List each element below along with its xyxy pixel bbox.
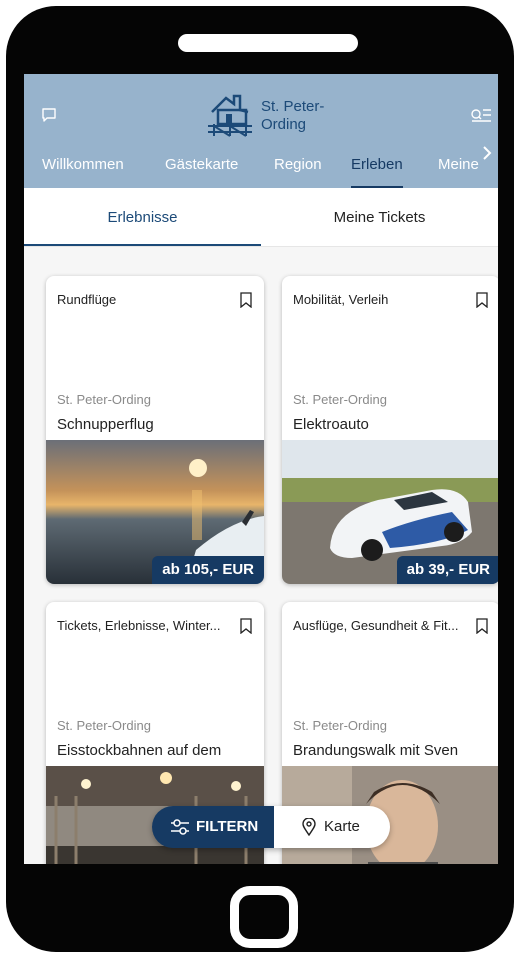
card-location: St. Peter-Ording xyxy=(57,392,151,407)
card-location: St. Peter-Ording xyxy=(57,718,151,733)
card-category: Tickets, Erlebnisse, Winter... xyxy=(57,618,221,633)
nav-item-erleben[interactable]: Erleben xyxy=(351,152,403,188)
filter-button-label: FILTERN xyxy=(196,818,259,835)
nav-item-willkommen[interactable]: Willkommen xyxy=(42,152,124,188)
filter-icon xyxy=(171,819,189,835)
phone-frame: St. Peter-Ording Willkommen Gästekarte R… xyxy=(6,6,514,952)
price-badge: ab 105,- EUR xyxy=(152,556,264,584)
nav-item-meine[interactable]: Meine xyxy=(438,152,479,188)
card-location: St. Peter-Ording xyxy=(293,718,387,733)
bookmark-icon[interactable] xyxy=(240,618,252,634)
phone-speaker xyxy=(178,34,358,52)
map-pin-icon xyxy=(302,818,316,836)
nav-item-region[interactable]: Region xyxy=(274,152,322,188)
filter-button[interactable]: FILTERN xyxy=(152,806,274,848)
logo-mark-icon xyxy=(208,94,252,137)
map-button[interactable]: Karte xyxy=(274,806,390,848)
map-button-label: Karte xyxy=(324,818,360,835)
app-header: St. Peter-Ording Willkommen Gästekarte R… xyxy=(24,74,498,188)
experience-card[interactable]: Mobilität, Verleih St. Peter-Ording Elek… xyxy=(282,276,498,584)
phone-home-button[interactable] xyxy=(230,886,298,948)
logo[interactable]: St. Peter-Ording xyxy=(204,86,364,138)
nav-item-gaestekarte[interactable]: Gästekarte xyxy=(165,152,238,188)
bookmark-icon[interactable] xyxy=(476,618,488,634)
chevron-right-icon[interactable] xyxy=(479,144,495,162)
app-screen: St. Peter-Ording Willkommen Gästekarte R… xyxy=(24,74,498,864)
card-title: Elektroauto xyxy=(293,416,369,433)
menu-icon[interactable] xyxy=(470,107,492,123)
tab-meine-tickets[interactable]: Meine Tickets xyxy=(261,188,498,246)
floating-action-bar: FILTERN Karte xyxy=(152,806,390,848)
tab-erlebnisse[interactable]: Erlebnisse xyxy=(24,188,261,246)
main-nav: Willkommen Gästekarte Region Erleben Mei… xyxy=(24,142,498,188)
card-category: Ausflüge, Gesundheit & Fit... xyxy=(293,618,459,633)
card-category: Mobilität, Verleih xyxy=(293,292,389,307)
bookmark-icon[interactable] xyxy=(240,292,252,308)
logo-text: St. Peter-Ording xyxy=(261,98,325,133)
sub-tabs: Erlebnisse Meine Tickets xyxy=(24,188,498,247)
card-category: Rundflüge xyxy=(57,292,117,307)
card-title: Schnupperflug xyxy=(57,416,154,433)
price-badge: ab 39,- EUR xyxy=(396,556,498,584)
bookmark-icon[interactable] xyxy=(476,292,488,308)
card-location: St. Peter-Ording xyxy=(293,392,387,407)
experience-card[interactable]: Rundflüge St. Peter-Ording Schnupperflug xyxy=(46,276,264,584)
chat-icon[interactable] xyxy=(41,107,57,123)
